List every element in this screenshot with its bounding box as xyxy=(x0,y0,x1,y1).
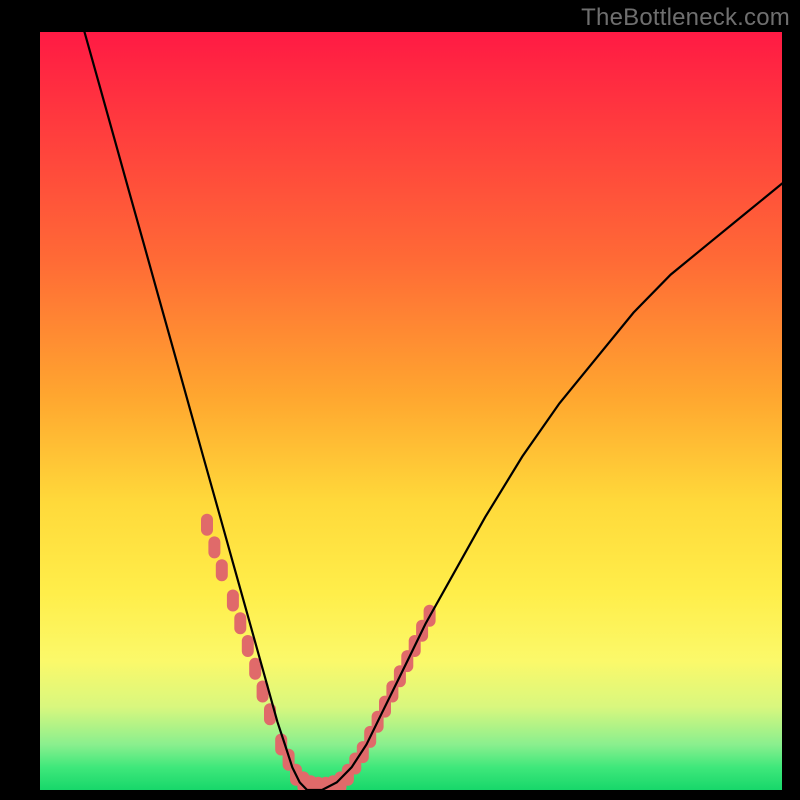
marker-dot xyxy=(208,536,220,558)
watermark-text: TheBottleneck.com xyxy=(581,4,790,32)
curve-svg xyxy=(40,32,782,790)
marker-dot xyxy=(216,559,228,581)
marker-dot xyxy=(201,514,213,536)
marker-dot xyxy=(227,590,239,612)
marker-dot xyxy=(234,612,246,634)
chart-frame: TheBottleneck.com xyxy=(0,0,800,800)
bottleneck-curve xyxy=(85,32,783,790)
marker-dots xyxy=(201,514,436,790)
plot-area xyxy=(40,32,782,790)
marker-dot xyxy=(242,635,254,657)
